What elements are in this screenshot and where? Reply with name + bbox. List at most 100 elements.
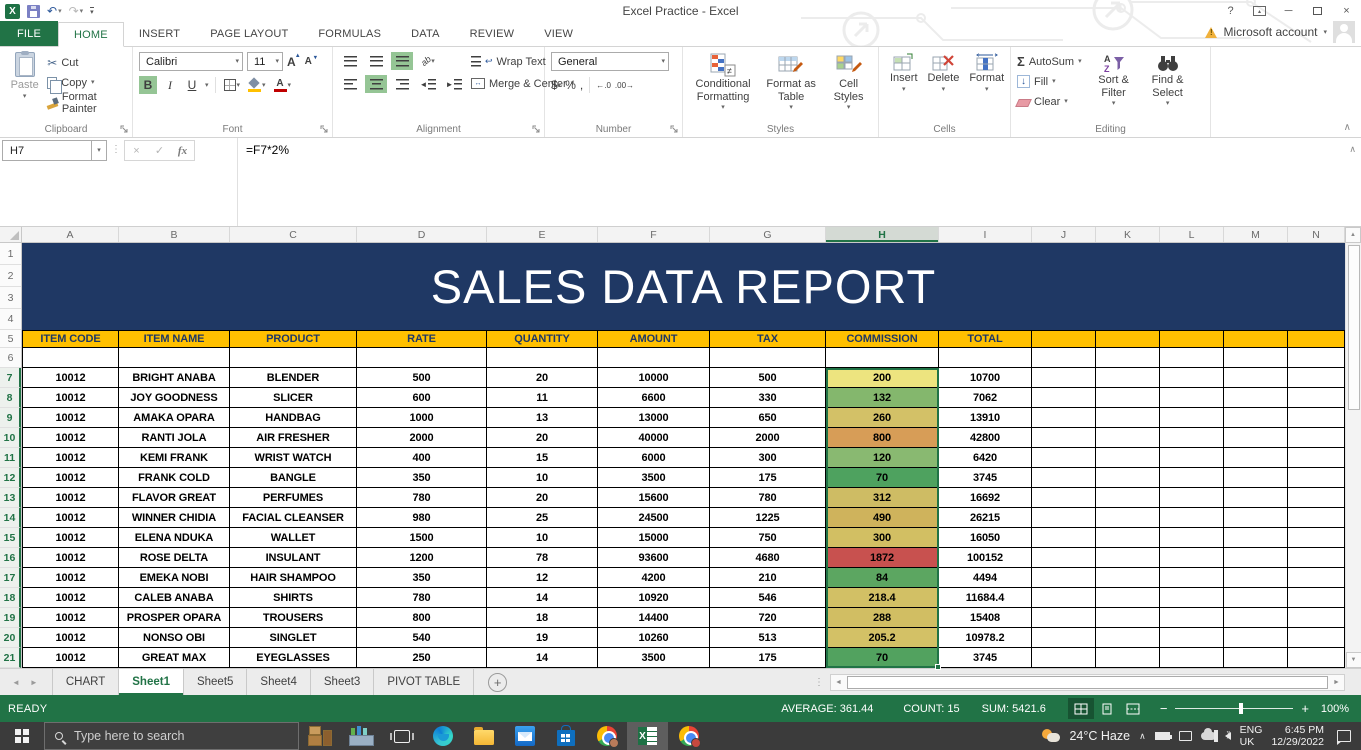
excel-taskbar-button[interactable]: X <box>627 722 668 750</box>
sheet-tab-chart[interactable]: CHART <box>53 669 119 695</box>
cell-commission-r16[interactable]: 1872 <box>826 548 939 568</box>
ribbon-tab-file[interactable]: FILE <box>0 21 58 46</box>
cell-empty-r14[interactable] <box>1096 508 1160 528</box>
fill-color-button[interactable]: ▾ <box>246 76 268 94</box>
cell-product-r17[interactable]: HAIR SHAMPOO <box>230 568 357 588</box>
zoom-slider[interactable] <box>1175 708 1293 709</box>
top-align-button[interactable] <box>339 52 361 70</box>
cell-item_code-r10[interactable]: 10012 <box>22 428 119 448</box>
cell-item_name-r17[interactable]: EMEKA NOBI <box>119 568 230 588</box>
cell-empty-r6[interactable] <box>487 348 598 368</box>
cell-amount-r13[interactable]: 15600 <box>598 488 710 508</box>
cell-rate-r17[interactable]: 350 <box>357 568 487 588</box>
cell-tax-r13[interactable]: 780 <box>710 488 826 508</box>
store-button[interactable] <box>545 722 586 750</box>
cell-quantity-r17[interactable]: 12 <box>487 568 598 588</box>
column-header-N[interactable]: N <box>1288 227 1345 242</box>
scroll-left-button[interactable]: ◄ <box>831 675 846 690</box>
autosum-button[interactable]: ΣAutoSum▾ <box>1017 53 1082 70</box>
cell-item_name-r11[interactable]: KEMI FRANK <box>119 448 230 468</box>
cell-empty-r15[interactable] <box>1032 528 1096 548</box>
chrome-button[interactable] <box>586 722 627 750</box>
cell-empty-r11[interactable] <box>1096 448 1160 468</box>
name-box-dropdown[interactable]: ▾ <box>92 140 107 161</box>
cell-styles-button[interactable]: Cell Styles ▾ <box>825 52 872 120</box>
font-dialog-launcher[interactable] <box>320 125 329 134</box>
battery-icon[interactable] <box>1155 732 1170 740</box>
row-header-2[interactable]: 2 <box>0 265 21 287</box>
cell-empty-r6[interactable] <box>710 348 826 368</box>
cell-empty-r19[interactable] <box>1032 608 1096 628</box>
cell-tax-r12[interactable]: 175 <box>710 468 826 488</box>
cell-empty-r9[interactable] <box>1096 408 1160 428</box>
column-header-C[interactable]: C <box>230 227 357 242</box>
cell-empty-r8[interactable] <box>1096 388 1160 408</box>
cell-empty-r17[interactable] <box>1224 568 1288 588</box>
cell-commission-r15[interactable]: 300 <box>826 528 939 548</box>
cell-item_code-r14[interactable]: 10012 <box>22 508 119 528</box>
sheet-tab-sheet4[interactable]: Sheet4 <box>247 669 310 695</box>
normal-view-button[interactable] <box>1068 698 1094 719</box>
row-header-16[interactable]: 16 <box>0 548 21 568</box>
cell-empty-r8[interactable] <box>1224 388 1288 408</box>
cell-rate-r10[interactable]: 2000 <box>357 428 487 448</box>
decrease-decimal-button[interactable]: .00→ <box>615 81 634 90</box>
cell-item_code-r20[interactable]: 10012 <box>22 628 119 648</box>
cast-icon[interactable] <box>1179 731 1192 741</box>
insert-cells-button[interactable]: Insert ▾ <box>885 52 923 120</box>
previous-sheet-button[interactable]: ◄ <box>12 678 20 687</box>
bold-button[interactable]: B <box>139 76 157 94</box>
cell-empty-r8[interactable] <box>1032 388 1096 408</box>
cell-tax-r19[interactable]: 720 <box>710 608 826 628</box>
account-area[interactable]: Microsoft account ▾ <box>1205 21 1355 43</box>
cell-empty-r12[interactable] <box>1224 468 1288 488</box>
cell-product-r9[interactable]: HANDBAG <box>230 408 357 428</box>
cell-empty-r11[interactable] <box>1224 448 1288 468</box>
cell-quantity-r8[interactable]: 11 <box>487 388 598 408</box>
start-button[interactable] <box>0 722 44 750</box>
cancel-entry-button[interactable]: × <box>125 141 148 160</box>
cell-item_name-r16[interactable]: ROSE DELTA <box>119 548 230 568</box>
mail-button[interactable] <box>504 722 545 750</box>
cell-quantity-r20[interactable]: 19 <box>487 628 598 648</box>
cell-empty-r11[interactable] <box>1288 448 1345 468</box>
cell-empty-r20[interactable] <box>1224 628 1288 648</box>
cell-empty-r18[interactable] <box>1224 588 1288 608</box>
cell-amount-r16[interactable]: 93600 <box>598 548 710 568</box>
cell-amount-r10[interactable]: 40000 <box>598 428 710 448</box>
row-header-20[interactable]: 20 <box>0 628 21 648</box>
cell-commission-r12[interactable]: 70 <box>826 468 939 488</box>
cell-empty-r13[interactable] <box>1160 488 1224 508</box>
next-sheet-button[interactable]: ► <box>30 678 38 687</box>
cell-empty-r15[interactable] <box>1096 528 1160 548</box>
tray-expand-chevron[interactable]: ∧ <box>1139 731 1146 742</box>
cell-item_name-r10[interactable]: RANTI JOLA <box>119 428 230 448</box>
cell-commission-r11[interactable]: 120 <box>826 448 939 468</box>
borders-button[interactable]: ▾ <box>222 76 243 94</box>
horizontal-scroll-thumb[interactable] <box>847 676 1328 689</box>
row-header-3[interactable]: 3 <box>0 287 21 309</box>
cell-tax-r11[interactable]: 300 <box>710 448 826 468</box>
cell-total-r17[interactable]: 4494 <box>939 568 1032 588</box>
scroll-up-button[interactable]: ▲ <box>1345 227 1361 243</box>
cell-quantity-r15[interactable]: 10 <box>487 528 598 548</box>
orientation-button[interactable]: ab▾ <box>417 52 439 70</box>
cell-empty-r7[interactable] <box>1032 368 1096 388</box>
cell-empty-r17[interactable] <box>1288 568 1345 588</box>
cell-item_name-r8[interactable]: JOY GOODNESS <box>119 388 230 408</box>
cell-empty-r6[interactable] <box>598 348 710 368</box>
cell-total-r14[interactable]: 26215 <box>939 508 1032 528</box>
confirm-entry-button[interactable]: ✓ <box>148 141 171 160</box>
sheet-tab-sheet5[interactable]: Sheet5 <box>184 669 247 695</box>
cell-empty-r10[interactable] <box>1032 428 1096 448</box>
row-header-10[interactable]: 10 <box>0 428 21 448</box>
clipboard-dialog-launcher[interactable] <box>120 125 129 134</box>
cell-empty-r19[interactable] <box>1288 608 1345 628</box>
cell-empty-r10[interactable] <box>1224 428 1288 448</box>
cell-empty-r17[interactable] <box>1096 568 1160 588</box>
cell-quantity-r7[interactable]: 20 <box>487 368 598 388</box>
cell-product-r21[interactable]: EYEGLASSES <box>230 648 357 668</box>
cell-rate-r12[interactable]: 350 <box>357 468 487 488</box>
cell-product-r12[interactable]: BANGLE <box>230 468 357 488</box>
cell-empty-r13[interactable] <box>1032 488 1096 508</box>
